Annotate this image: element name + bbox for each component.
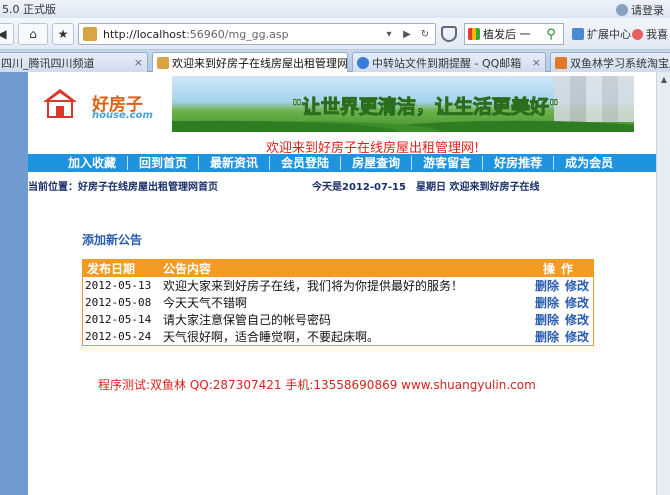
tab-label: 双鱼林学习系统淘宝店 - (570, 56, 670, 70)
row-content: 天气很好啊，适合睡觉啊，不要起床啊。 (163, 330, 380, 344)
nav-add-favorite[interactable]: 加入收藏 (28, 156, 129, 170)
delete-link[interactable]: 删除 (535, 311, 559, 328)
back-arrow-icon: ◀ (0, 27, 7, 41)
extension-icon (572, 28, 584, 40)
extension-center-button[interactable]: 扩展中心 (572, 26, 631, 42)
table-header: 发布日期 公告内容 操作 (83, 260, 593, 277)
page-favicon-icon (83, 27, 97, 41)
tab-taobao[interactable]: 双鱼林学习系统淘宝店 - (550, 52, 670, 72)
browser-title: 5.0 正式版 (2, 3, 56, 16)
tab-label: 中转站文件到期提醒 - QQ邮箱 (372, 56, 522, 70)
row-date: 2012-05-08 (85, 296, 152, 309)
nav-member-login[interactable]: 会员登陆 (270, 156, 342, 170)
table-row: 2012-05-14 请大家注意保管自己的帐号密码 删除 修改 (83, 311, 593, 328)
url-host: http://localhost (103, 27, 187, 41)
row-actions: 删除 修改 (529, 311, 593, 328)
nav-guestbook[interactable]: 游客留言 (412, 156, 484, 170)
table-row: 2012-05-08 今天天气不错啊 删除 修改 (83, 294, 593, 311)
extension-label: 扩展中心 (587, 28, 631, 41)
qq-favicon-icon (357, 56, 369, 69)
header-operation: 操作 (542, 262, 579, 276)
scroll-up-icon[interactable]: ▲ (657, 72, 670, 86)
dropdown-icon[interactable]: ▾ (381, 26, 397, 42)
go-arrow-icon[interactable]: ▶ (399, 26, 415, 42)
login-link[interactable]: 请登录 (616, 2, 664, 18)
favorites-label: 我喜 (646, 28, 668, 41)
close-icon[interactable]: × (528, 56, 541, 69)
browser-toolbar: ◀ ⌂ ★ http://localhost:56960/mg_gg.asp ▾… (0, 18, 670, 50)
breadcrumb: 当前位置：好房子在线房屋出租管理网首页 (28, 182, 218, 193)
row-date: 2012-05-24 (85, 330, 152, 343)
tab-qq-mail[interactable]: 中转站文件到期提醒 - QQ邮箱 × (352, 52, 546, 72)
footer-credits: 程序测试:双鱼林 QQ:287307421 手机:13558690869 www… (98, 378, 536, 392)
notice-table: 发布日期 公告内容 操作 2012-05-13 欢迎大家来到好房子在线，我们将为… (82, 259, 594, 346)
bookmark-button[interactable]: ★ (52, 23, 74, 45)
site-logo[interactable]: 好房子 house.com (42, 86, 172, 124)
search-text: 植发后 一 (483, 28, 531, 41)
search-engine-icon[interactable] (468, 28, 480, 40)
vertical-scrollbar[interactable]: ▲ (656, 72, 670, 495)
table-row: 2012-05-13 欢迎大家来到好房子在线，我们将为你提供最好的服务！ 删除 … (83, 277, 593, 294)
row-date: 2012-05-13 (85, 279, 152, 292)
address-url[interactable]: http://localhost:56960/mg_gg.asp (103, 28, 289, 41)
row-content: 今天天气不错啊 (163, 296, 248, 310)
add-notice-link[interactable]: 添加新公告 (82, 231, 142, 248)
web-page: 好房子 house.com "让世界更清洁，让生活更美好" 欢迎来到好房子在线房… (28, 72, 656, 495)
url-rest: :56960/mg_gg.asp (186, 27, 289, 41)
row-content: 欢迎大家来到好房子在线，我们将为你提供最好的服务！ (163, 279, 464, 293)
tab-sichuan[interactable]: 四川_腾讯四川频道 × (0, 52, 148, 72)
address-bar-buttons: ▾ ▶ ↻ (381, 26, 433, 42)
header-content: 公告内容 (163, 262, 212, 276)
row-date: 2012-05-14 (85, 313, 152, 326)
shield-icon[interactable] (441, 26, 457, 42)
home-button[interactable]: ⌂ (18, 23, 48, 45)
header-banner: "让世界更清洁，让生活更美好" (172, 76, 634, 132)
nav-recommend[interactable]: 好房推荐 (483, 156, 555, 170)
date-text: 今天是2012-07-15 星期日 欢迎来到好房子在线 (312, 182, 540, 193)
banner-slogan: "让世界更清洁，让生活更美好" (292, 96, 560, 119)
tab-bar: 四川_腾讯四川频道 × 欢迎来到好房子在线房屋出租管理网！ × 中转站文件到期提… (0, 50, 670, 73)
edit-link[interactable]: 修改 (565, 311, 589, 328)
edit-link[interactable]: 修改 (565, 328, 589, 345)
house-favicon-icon (157, 57, 169, 69)
taobao-favicon-icon (555, 56, 567, 69)
table-row: 2012-05-24 天气很好啊，适合睡觉啊，不要起床啊。 删除 修改 (83, 328, 593, 345)
star-icon: ★ (57, 27, 69, 41)
house-logo-icon (43, 89, 77, 118)
header-date: 发布日期 (87, 262, 136, 276)
favorites-button[interactable]: 我喜 (632, 26, 668, 42)
nav-news[interactable]: 最新资讯 (199, 156, 271, 170)
edit-link[interactable]: 修改 (565, 294, 589, 311)
tab-house-site[interactable]: 欢迎来到好房子在线房屋出租管理网！ × (152, 52, 348, 73)
user-icon (616, 4, 628, 16)
tab-label: 欢迎来到好房子在线房屋出租管理网！ (172, 57, 348, 70)
location-bar: 当前位置：好房子在线房屋出租管理网首页 今天是2012-07-15 星期日 欢迎… (28, 178, 656, 193)
refresh-icon[interactable]: ↻ (417, 26, 433, 42)
row-actions: 删除 修改 (529, 294, 593, 311)
address-bar[interactable]: http://localhost:56960/mg_gg.asp ▾ ▶ ↻ (78, 23, 436, 45)
row-actions: 删除 修改 (529, 328, 593, 345)
nav-house-search[interactable]: 房屋查询 (341, 156, 413, 170)
row-actions: 删除 修改 (529, 277, 593, 294)
browser-title-bar: 5.0 正式版 请登录 (0, 0, 670, 18)
edit-link[interactable]: 修改 (565, 277, 589, 294)
nav-home[interactable]: 回到首页 (128, 156, 200, 170)
login-label[interactable]: 请登录 (631, 2, 664, 18)
delete-link[interactable]: 删除 (535, 328, 559, 345)
search-icon[interactable]: ⚲ (540, 24, 562, 44)
nav-register[interactable]: 成为会员 (554, 156, 624, 170)
heart-icon (632, 28, 643, 40)
delete-link[interactable]: 删除 (535, 294, 559, 311)
tab-label: 四川_腾讯四川频道 (1, 56, 95, 70)
back-button[interactable]: ◀ (0, 23, 14, 45)
page-viewport: 好房子 house.com "让世界更清洁，让生活更美好" 欢迎来到好房子在线房… (0, 72, 670, 495)
main-nav: 加入收藏 回到首页 最新资讯 会员登陆 房屋查询 游客留言 好房推荐 成为会员 (28, 154, 656, 172)
home-icon: ⌂ (29, 27, 37, 41)
delete-link[interactable]: 删除 (535, 277, 559, 294)
close-icon[interactable]: × (130, 56, 143, 69)
row-content: 请大家注意保管自己的帐号密码 (163, 313, 332, 327)
brand-domain: house.com (92, 110, 153, 121)
